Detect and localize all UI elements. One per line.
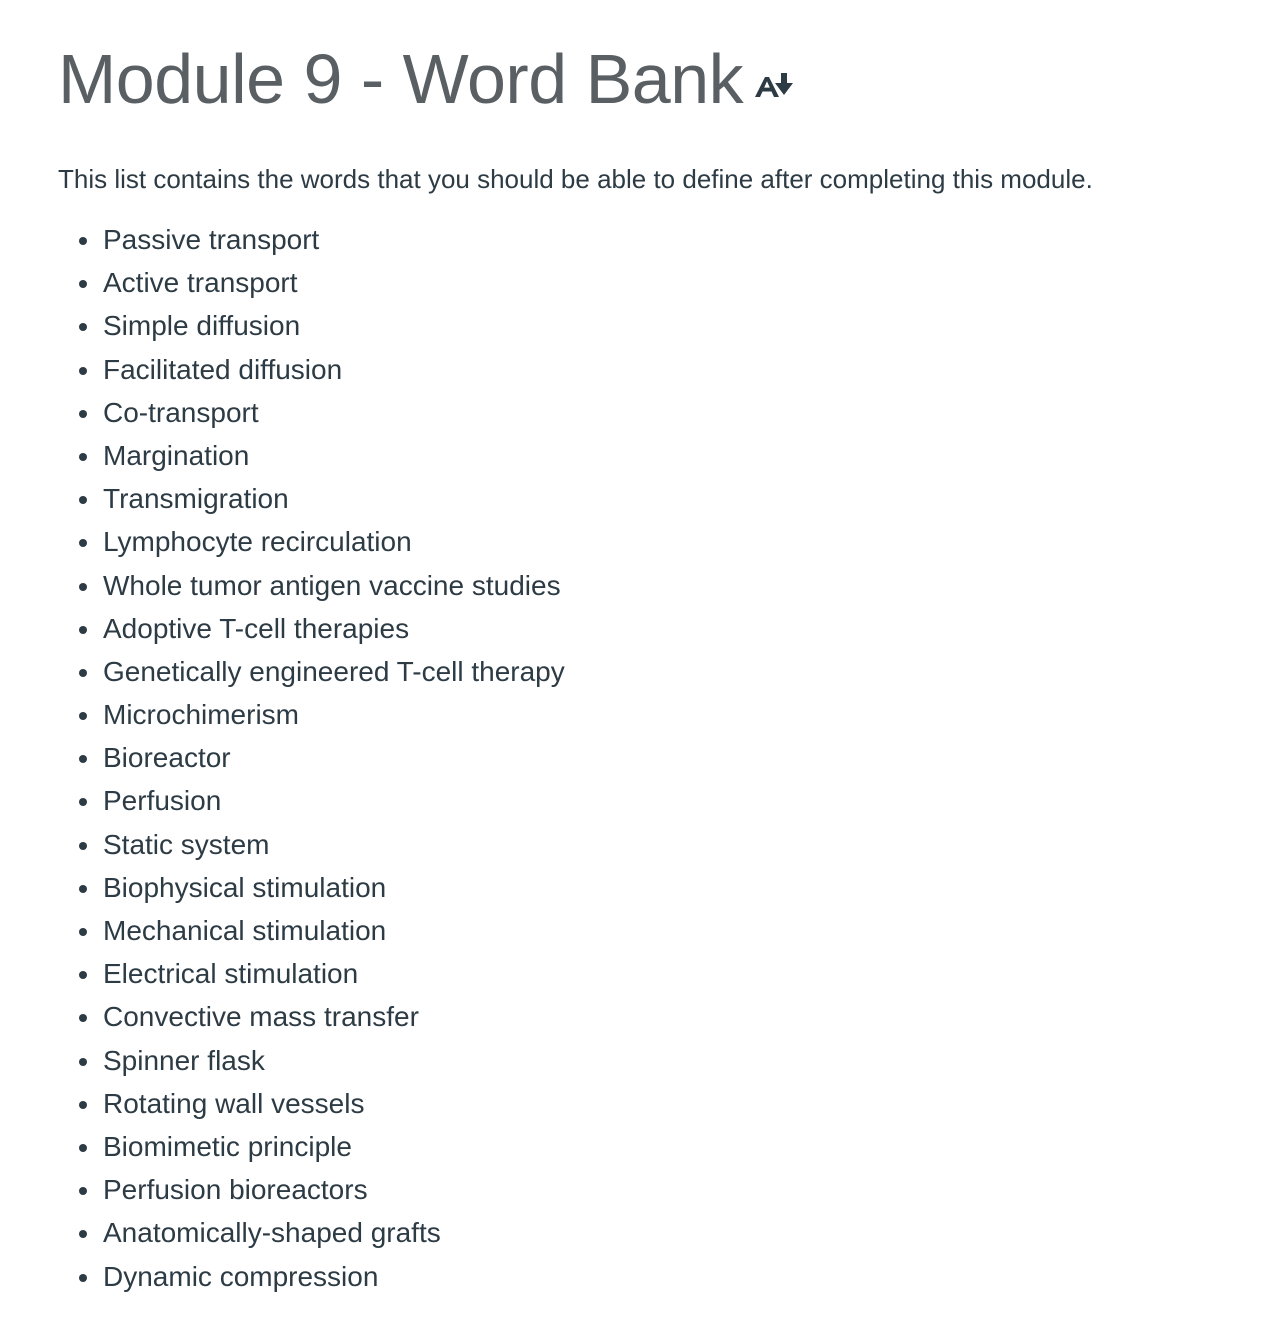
bullet-icon	[79, 1014, 87, 1023]
list-item-label: Spinner flask	[103, 1044, 265, 1076]
list-item: Electrical stimulation	[58, 952, 1284, 995]
bullet-icon	[79, 1273, 87, 1282]
list-item: Co-transport	[58, 391, 1284, 434]
list-item-label: Facilitated diffusion	[103, 353, 343, 385]
list-item: Genetically engineered T-cell therapy	[58, 650, 1284, 693]
bullet-icon	[79, 323, 87, 332]
bullet-icon	[79, 884, 87, 893]
bullet-icon	[79, 496, 87, 505]
list-item-label: Transmigration	[103, 483, 289, 515]
list-item-label: Perfusion bioreactors	[103, 1174, 368, 1206]
bullet-icon	[79, 237, 87, 245]
page-title: Module 9 - Word Bank	[58, 40, 744, 118]
immersive-reader-icon[interactable]	[753, 71, 797, 101]
bullet-icon	[79, 971, 87, 980]
bullet-icon	[79, 409, 87, 418]
bullet-icon	[79, 1100, 87, 1109]
list-item-label: Microchimerism	[103, 699, 299, 731]
list-item: Adoptive T-cell therapies	[58, 607, 1284, 650]
list-item-label: Anatomically-shaped grafts	[103, 1217, 441, 1249]
list-item: Simple diffusion	[58, 304, 1284, 347]
list-item-label: Passive transport	[103, 224, 320, 255]
bullet-icon	[79, 668, 87, 677]
bullet-icon	[79, 1143, 87, 1152]
list-item: Spinner flask	[58, 1039, 1284, 1082]
title-row: Module 9 - Word Bank	[58, 0, 1284, 120]
list-item: Facilitated diffusion	[58, 348, 1284, 391]
bullet-icon	[79, 1187, 87, 1196]
list-item: Static system	[58, 823, 1284, 866]
list-item: Mechanical stimulation	[58, 909, 1284, 952]
list-item-label: Electrical stimulation	[103, 958, 359, 990]
bullet-icon	[79, 798, 87, 807]
list-item: Convective mass transfer	[58, 995, 1284, 1038]
list-item: Biomimetic principle	[58, 1125, 1284, 1168]
word-list: Passive transport Active transport Simple …	[58, 218, 1284, 1298]
list-item-label: Margination	[103, 439, 250, 471]
bullet-icon	[79, 582, 87, 591]
list-item-label: Biomimetic principle	[103, 1130, 352, 1162]
list-item-label: Rotating wall vessels	[103, 1087, 365, 1119]
list-item: Anatomically-shaped grafts	[58, 1211, 1284, 1254]
bullet-icon	[79, 712, 87, 721]
list-item-label: Simple diffusion	[103, 310, 301, 342]
intro-text: This list contains the words that you sh…	[58, 164, 1093, 194]
list-item-label: Co-transport	[103, 396, 259, 428]
list-item: Active transport	[58, 261, 1284, 304]
list-item-label: Genetically engineered T-cell therapy	[103, 655, 565, 687]
bullet-icon	[79, 539, 87, 548]
list-item-label: Convective mass transfer	[103, 1001, 419, 1033]
list-item-label: Whole tumor antigen vaccine studies	[103, 569, 561, 601]
list-item: Rotating wall vessels	[58, 1082, 1284, 1125]
list-item: Whole tumor antigen vaccine studies	[58, 564, 1284, 607]
list-item-label: Perfusion	[103, 785, 222, 817]
list-item: Lymphocyte recirculation	[58, 520, 1284, 563]
bullet-icon	[79, 280, 87, 289]
list-item: Bioreactor	[58, 736, 1284, 779]
list-item: Transmigration	[58, 477, 1284, 520]
bullet-icon	[79, 755, 87, 764]
list-item-label: Adoptive T-cell therapies	[103, 612, 410, 644]
list-item-label: Bioreactor	[103, 742, 231, 774]
list-item: Passive transport	[58, 218, 1284, 261]
list-item: Microchimerism	[58, 693, 1284, 736]
list-item-label: Lymphocyte recirculation	[103, 526, 412, 558]
list-item-label: Biophysical stimulation	[103, 871, 387, 903]
bullet-icon	[79, 841, 87, 850]
bullet-icon	[79, 452, 87, 461]
list-item: Margination	[58, 434, 1284, 477]
list-item-label: Active transport	[103, 267, 298, 299]
list-item-label: Mechanical stimulation	[103, 915, 387, 946]
list-item-label: Dynamic compression	[103, 1260, 379, 1292]
bullet-icon	[79, 625, 87, 634]
bullet-icon	[79, 1057, 87, 1066]
list-item: Perfusion bioreactors	[58, 1168, 1284, 1211]
page-content: Module 9 - Word Bank This list contains …	[0, 0, 1284, 1298]
bullet-icon	[79, 366, 87, 375]
list-item: Perfusion	[58, 779, 1284, 822]
list-item-label: Static system	[103, 828, 270, 860]
list-item: Biophysical stimulation	[58, 866, 1284, 909]
bullet-icon	[79, 928, 87, 936]
bullet-icon	[79, 1230, 87, 1239]
list-item: Dynamic compression	[58, 1255, 1284, 1298]
